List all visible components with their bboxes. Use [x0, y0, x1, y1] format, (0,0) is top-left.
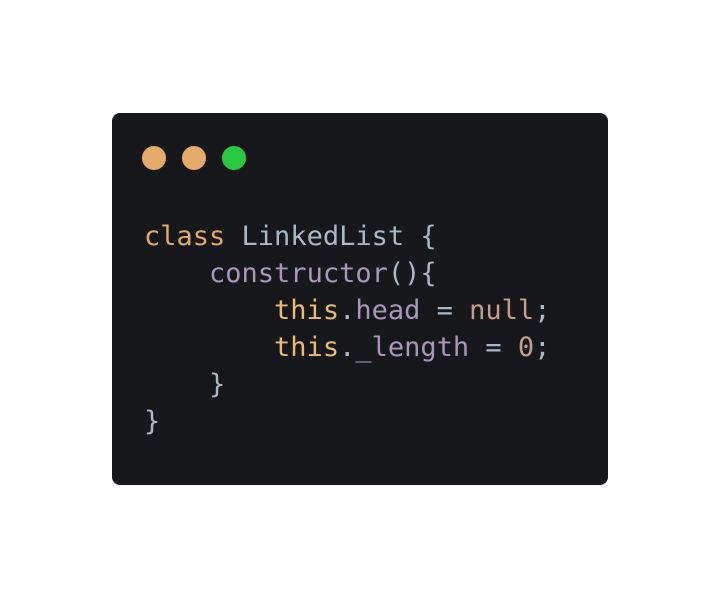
window-dot-icon	[142, 146, 166, 170]
code-line: class LinkedList {	[144, 218, 550, 255]
code-token-this: this	[274, 332, 340, 363]
code-token-punct	[144, 295, 274, 326]
code-window: class LinkedList { constructor(){ this.h…	[112, 113, 608, 485]
window-dot-icon	[222, 146, 246, 170]
code-token-punct: (){	[387, 258, 437, 289]
code-line: this._length = 0;	[144, 329, 550, 366]
code-token-this: this	[274, 295, 340, 326]
code-token-punct	[144, 332, 274, 363]
code-line: }	[144, 403, 550, 440]
code-line: this.head = null;	[144, 292, 550, 329]
code-token-punct	[144, 258, 209, 289]
code-token-punct: }	[144, 406, 161, 437]
code-token-literal: 0	[517, 332, 535, 363]
code-token-classname: LinkedList	[241, 221, 405, 252]
code-block: class LinkedList { constructor(){ this.h…	[144, 218, 550, 440]
code-token-operator: =	[420, 295, 470, 326]
code-token-operator: =	[469, 332, 518, 363]
code-token-method: constructor	[209, 258, 388, 289]
code-token-punct	[225, 221, 241, 252]
code-token-punct: ;	[534, 332, 551, 363]
code-token-property: _length	[355, 332, 470, 363]
code-line: constructor(){	[144, 255, 550, 292]
window-dot-icon	[182, 146, 206, 170]
code-token-property: head	[355, 295, 421, 326]
code-token-punct: {	[404, 221, 437, 252]
code-token-punct: }	[144, 369, 226, 400]
code-token-punct: .	[339, 295, 356, 326]
code-token-keyword: class	[144, 221, 226, 252]
code-token-punct: ;	[534, 295, 551, 326]
code-token-punct: .	[339, 332, 356, 363]
code-line: }	[144, 366, 550, 403]
code-token-literal: null	[469, 295, 535, 326]
